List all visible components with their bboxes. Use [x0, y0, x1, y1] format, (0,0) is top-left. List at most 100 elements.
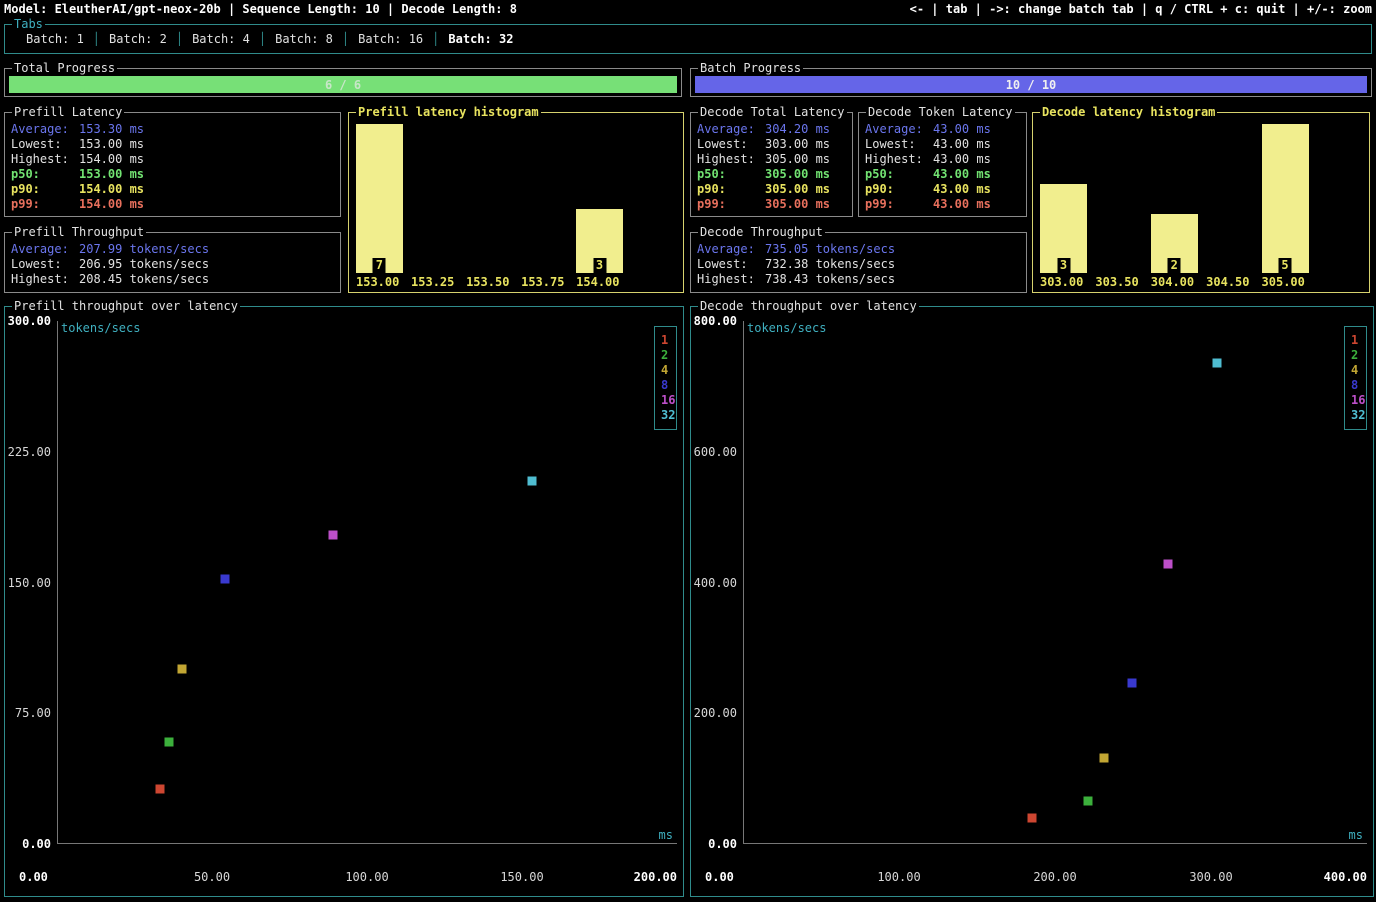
stat-value: 305.00 ms — [765, 182, 830, 196]
benchmark-tui: Model: EleutherAI/gpt-neox-20b | Sequenc… — [0, 0, 1376, 902]
legend-item-batch-32: 32 — [1351, 408, 1366, 423]
stat-row-highest: Highest:738.43 tokens/secs — [697, 272, 1026, 287]
data-point-batch-8 — [1127, 679, 1136, 688]
series-legend: 12481632 — [654, 326, 677, 430]
data-point-batch-2 — [165, 738, 174, 747]
y-tick-label: 300.00 — [8, 314, 51, 328]
histogram-bar-154.00: 3 — [576, 209, 623, 273]
stat-label: Lowest: — [697, 257, 765, 272]
data-point-batch-32 — [527, 477, 536, 486]
batch-progress-bar: 10 / 10 — [695, 76, 1367, 93]
stat-row-highest: Highest:43.00 ms — [865, 152, 1026, 167]
legend-item-batch-16: 16 — [1351, 393, 1366, 408]
tab-separator: │ — [342, 32, 349, 46]
tab-batch-4[interactable]: Batch: 4 — [183, 32, 259, 46]
stat-value: 43.00 ms — [933, 167, 991, 181]
stat-value: 154.00 ms — [79, 152, 144, 166]
decode-histogram-panel: Decode latency histogram 325303.00303.50… — [1032, 112, 1370, 293]
tab-batch-1[interactable]: Batch: 1 — [17, 32, 93, 46]
stat-label: p50: — [865, 167, 933, 182]
data-point-batch-32 — [1213, 359, 1222, 368]
histogram-x-tick: 303.50 — [1095, 275, 1138, 289]
legend-item-batch-2: 2 — [661, 348, 676, 363]
data-point-batch-8 — [221, 574, 230, 583]
tab-batch-32[interactable]: Batch: 32 — [439, 32, 522, 46]
stat-label: Highest: — [697, 272, 765, 287]
data-point-batch-4 — [1099, 753, 1108, 762]
legend-item-batch-1: 1 — [661, 333, 676, 348]
stat-label: p50: — [697, 167, 765, 182]
stat-row-p99: p99:305.00 ms — [697, 197, 852, 212]
histogram-x-tick: 304.50 — [1206, 275, 1249, 289]
tab-separator: │ — [176, 32, 183, 46]
prefill-histogram-title: Prefill latency histogram — [356, 105, 541, 119]
stat-value: 304.20 ms — [765, 122, 830, 136]
histogram-plot: 73 — [356, 122, 676, 273]
prefill-throughput-title: Prefill Throughput — [12, 225, 146, 239]
scatter-plot-area — [743, 321, 1367, 844]
decode-throughput-panel: Decode Throughput Average:735.05 tokens/… — [690, 232, 1027, 293]
stat-label: p99: — [865, 197, 933, 212]
stat-label: p50: — [11, 167, 79, 182]
stat-value: 153.30 ms — [79, 122, 144, 136]
x-tick-label: 400.00 — [1324, 870, 1367, 884]
x-tick-label: 100.00 — [345, 870, 388, 884]
tabs-panel: Tabs Batch: 1│Batch: 2│Batch: 4│Batch: 8… — [4, 24, 1372, 54]
histogram-x-tick: 154.00 — [576, 275, 619, 289]
histogram-bar-304.00: 2 — [1151, 214, 1198, 273]
x-axis-ticks: 0.00100.00200.00300.00400.00 — [743, 870, 1367, 885]
x-tick-label: 150.00 — [500, 870, 543, 884]
stat-row-p90: p90:43.00 ms — [865, 182, 1026, 197]
legend-item-batch-8: 8 — [1351, 378, 1366, 393]
tab-batch-2[interactable]: Batch: 2 — [100, 32, 176, 46]
stat-label: Lowest: — [697, 137, 765, 152]
y-tick-label: 0.00 — [22, 837, 51, 851]
y-tick-label: 150.00 — [8, 576, 51, 590]
stat-row-lowest: Lowest:206.95 tokens/secs — [11, 257, 340, 272]
keybindings-help: <- | tab | ->: change batch tab | q / CT… — [910, 2, 1372, 18]
tab-separator: │ — [432, 32, 439, 46]
decode-total-latency-panel: Decode Total Latency Average:304.20 msLo… — [690, 112, 853, 217]
batch-progress-value: 10 / 10 — [1006, 78, 1057, 92]
stat-row-lowest: Lowest:153.00 ms — [11, 137, 340, 152]
histogram-bar-count: 3 — [1057, 258, 1070, 273]
y-axis-ticks: 300.00225.00150.0075.000.00 — [5, 321, 53, 844]
stat-label: p90: — [11, 182, 79, 197]
histogram-x-tick: 153.75 — [521, 275, 564, 289]
data-point-batch-4 — [177, 665, 186, 674]
tab-separator: │ — [259, 32, 266, 46]
legend-item-batch-2: 2 — [1351, 348, 1366, 363]
stat-row-p90: p90:154.00 ms — [11, 182, 340, 197]
x-tick-label: 300.00 — [1189, 870, 1232, 884]
prefill-scatter-panel: Prefill throughput over latency 300.0022… — [4, 306, 684, 897]
stat-label: Lowest: — [11, 257, 79, 272]
histogram-x-axis: 303.00303.50304.00304.50305.00 — [1040, 273, 1362, 289]
total-progress-bar: 6 / 6 — [9, 76, 677, 93]
stat-row-highest: Highest:208.45 tokens/secs — [11, 272, 340, 287]
scatter-body: 300.00225.00150.0075.000.000.00 50.00 100.… — [5, 307, 683, 896]
stat-value: 732.38 tokens/secs — [765, 257, 895, 271]
stat-label: p99: — [11, 197, 79, 212]
stat-value: 43.00 ms — [933, 197, 991, 211]
stat-value: 305.00 ms — [765, 152, 830, 166]
stat-label: Highest: — [865, 152, 933, 167]
stat-row-lowest: Lowest:43.00 ms — [865, 137, 1026, 152]
total-progress-value: 6 / 6 — [325, 78, 361, 92]
tab-batch-8[interactable]: Batch: 8 — [266, 32, 342, 46]
histogram-x-tick: 153.00 — [356, 275, 399, 289]
stat-value: 207.99 tokens/secs — [79, 242, 209, 256]
y-tick-label: 0.00 — [708, 837, 737, 851]
histogram-x-tick: 305.00 — [1262, 275, 1305, 289]
stat-row-highest: Highest:305.00 ms — [697, 152, 852, 167]
stat-row-average: Average:207.99 tokens/secs — [11, 242, 340, 257]
batch-progress-panel: Batch Progress 10 / 10 — [690, 68, 1372, 97]
stat-label: Average: — [11, 122, 79, 137]
tab-batch-16[interactable]: Batch: 16 — [349, 32, 432, 46]
stat-value: 43.00 ms — [933, 137, 991, 151]
prefill-throughput-stats: Average:207.99 tokens/secsLowest:206.95 … — [5, 233, 340, 287]
stat-row-average: Average:153.30 ms — [11, 122, 340, 137]
tabs-panel-title: Tabs — [12, 17, 45, 31]
data-point-batch-16 — [1163, 560, 1172, 569]
total-progress-title: Total Progress — [12, 61, 117, 75]
x-tick-label: 50.00 — [194, 870, 230, 884]
